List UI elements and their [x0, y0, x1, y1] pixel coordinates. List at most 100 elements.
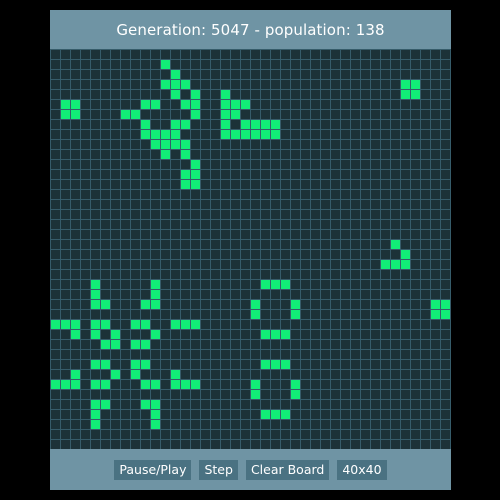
live-cell[interactable] — [191, 100, 200, 109]
live-cell[interactable] — [71, 330, 80, 339]
live-cell[interactable] — [261, 130, 270, 139]
live-cell[interactable] — [181, 180, 190, 189]
live-cell[interactable] — [191, 170, 200, 179]
live-cell[interactable] — [271, 330, 280, 339]
live-cell[interactable] — [291, 380, 300, 389]
live-cell[interactable] — [431, 310, 440, 319]
live-cell[interactable] — [261, 410, 270, 419]
live-cell[interactable] — [221, 90, 230, 99]
live-cell[interactable] — [391, 260, 400, 269]
live-cell[interactable] — [161, 140, 170, 149]
live-cell[interactable] — [61, 380, 70, 389]
live-cell[interactable] — [151, 300, 160, 309]
live-cell[interactable] — [431, 300, 440, 309]
live-cell[interactable] — [181, 100, 190, 109]
live-cell[interactable] — [91, 420, 100, 429]
live-cell[interactable] — [401, 80, 410, 89]
live-cell[interactable] — [151, 420, 160, 429]
live-cell[interactable] — [141, 380, 150, 389]
live-cell[interactable] — [71, 370, 80, 379]
live-cell[interactable] — [91, 360, 100, 369]
live-cell[interactable] — [251, 310, 260, 319]
live-cell[interactable] — [141, 300, 150, 309]
live-cell[interactable] — [101, 300, 110, 309]
live-cell[interactable] — [171, 120, 180, 129]
live-cell[interactable] — [71, 380, 80, 389]
live-cell[interactable] — [281, 410, 290, 419]
live-cell[interactable] — [101, 340, 110, 349]
live-cell[interactable] — [401, 250, 410, 259]
live-cell[interactable] — [151, 330, 160, 339]
live-cell[interactable] — [181, 170, 190, 179]
live-cell[interactable] — [141, 100, 150, 109]
step-button[interactable]: Step — [199, 459, 238, 480]
live-cell[interactable] — [291, 390, 300, 399]
live-cell[interactable] — [181, 380, 190, 389]
live-cell[interactable] — [91, 290, 100, 299]
live-cell[interactable] — [151, 280, 160, 289]
live-cell[interactable] — [181, 80, 190, 89]
clear-board-button[interactable]: Clear Board — [245, 459, 330, 480]
live-cell[interactable] — [61, 320, 70, 329]
live-cell[interactable] — [131, 370, 140, 379]
live-cell[interactable] — [251, 390, 260, 399]
live-cell[interactable] — [271, 130, 280, 139]
live-cell[interactable] — [171, 80, 180, 89]
live-cell[interactable] — [141, 130, 150, 139]
live-cell[interactable] — [141, 120, 150, 129]
live-cell[interactable] — [101, 400, 110, 409]
live-cell[interactable] — [221, 110, 230, 119]
live-cell[interactable] — [111, 370, 120, 379]
live-cell[interactable] — [131, 340, 140, 349]
live-cell[interactable] — [241, 120, 250, 129]
board-size-button[interactable]: 40x40 — [337, 459, 387, 480]
live-cell[interactable] — [411, 80, 420, 89]
live-cell[interactable] — [51, 320, 60, 329]
live-cell[interactable] — [221, 130, 230, 139]
live-cell[interactable] — [91, 380, 100, 389]
live-cell[interactable] — [131, 110, 140, 119]
live-cell[interactable] — [221, 120, 230, 129]
live-cell[interactable] — [61, 100, 70, 109]
live-cell[interactable] — [161, 150, 170, 159]
live-cell[interactable] — [391, 240, 400, 249]
live-cell[interactable] — [141, 320, 150, 329]
live-cell[interactable] — [411, 90, 420, 99]
live-cell[interactable] — [401, 260, 410, 269]
live-cell[interactable] — [291, 310, 300, 319]
live-cell[interactable] — [261, 120, 270, 129]
live-cell[interactable] — [71, 320, 80, 329]
live-cell[interactable] — [241, 130, 250, 139]
live-cell[interactable] — [91, 300, 100, 309]
live-cell[interactable] — [151, 290, 160, 299]
live-cell[interactable] — [91, 280, 100, 289]
live-cell[interactable] — [161, 130, 170, 139]
live-cell[interactable] — [381, 260, 390, 269]
live-cell[interactable] — [161, 80, 170, 89]
live-cell[interactable] — [231, 110, 240, 119]
live-cell[interactable] — [171, 70, 180, 79]
live-cell[interactable] — [151, 380, 160, 389]
live-cell[interactable] — [111, 330, 120, 339]
game-board[interactable] — [50, 49, 451, 450]
live-cell[interactable] — [231, 130, 240, 139]
live-cell[interactable] — [131, 320, 140, 329]
live-cell[interactable] — [51, 380, 60, 389]
live-cell[interactable] — [401, 90, 410, 99]
live-cell[interactable] — [91, 400, 100, 409]
live-cell[interactable] — [111, 340, 120, 349]
live-cell[interactable] — [151, 410, 160, 419]
live-cell[interactable] — [171, 90, 180, 99]
live-cell[interactable] — [141, 400, 150, 409]
live-cell[interactable] — [91, 320, 100, 329]
live-cell[interactable] — [181, 320, 190, 329]
live-cell[interactable] — [281, 330, 290, 339]
live-cell[interactable] — [191, 320, 200, 329]
live-cell[interactable] — [141, 360, 150, 369]
live-cell[interactable] — [191, 380, 200, 389]
live-cell[interactable] — [181, 150, 190, 159]
live-cell[interactable] — [191, 180, 200, 189]
live-cell[interactable] — [91, 410, 100, 419]
live-cell[interactable] — [271, 410, 280, 419]
live-cell[interactable] — [271, 280, 280, 289]
